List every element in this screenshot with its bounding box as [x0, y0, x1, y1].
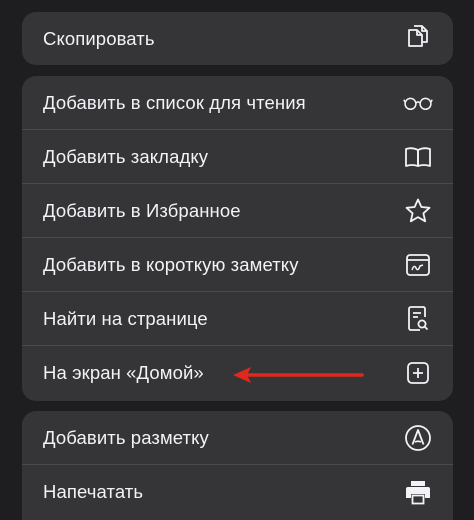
- menu-item-label: Напечатать: [43, 481, 144, 502]
- printer-icon: [403, 477, 433, 507]
- add-square-icon: [403, 358, 433, 388]
- glasses-icon: [403, 88, 433, 118]
- book-icon: [403, 142, 433, 172]
- menu-group-actions: Добавить в список для чтения Добавить за…: [22, 76, 453, 401]
- menu-item-add-quick-note[interactable]: Добавить в короткую заметку: [22, 238, 453, 292]
- quick-note-icon: [403, 250, 433, 280]
- menu-item-label: Добавить в список для чтения: [43, 91, 306, 113]
- menu-item-label: Добавить в Избранное: [43, 199, 241, 221]
- find-on-page-icon: [403, 304, 433, 334]
- menu-group-other: Добавить разметку Напечатать: [22, 411, 453, 520]
- menu-item-label: Найти на странице: [43, 307, 208, 329]
- menu-item-label: Добавить в короткую заметку: [43, 253, 299, 275]
- menu-item-add-favorites[interactable]: Добавить в Избранное: [22, 184, 453, 238]
- menu-item-label: На экран «Домой»: [43, 362, 204, 383]
- menu-item-add-markup[interactable]: Добавить разметку: [22, 411, 453, 465]
- star-icon: [403, 196, 433, 226]
- menu-item-add-bookmark[interactable]: Добавить закладку: [22, 130, 453, 184]
- menu-item-copy[interactable]: Скопировать: [22, 12, 453, 65]
- menu-item-print[interactable]: Напечатать: [22, 465, 453, 519]
- menu-item-find-on-page[interactable]: Найти на странице: [22, 292, 453, 346]
- red-arrow-annotation: [233, 367, 364, 383]
- menu-item-label: Скопировать: [43, 27, 155, 49]
- menu-item-add-reading-list[interactable]: Добавить в список для чтения: [22, 76, 453, 130]
- copy-icon: [403, 24, 433, 54]
- menu-item-label: Добавить закладку: [43, 145, 209, 167]
- markup-pen-icon: [403, 423, 433, 453]
- menu-item-label: Добавить разметку: [43, 426, 209, 448]
- share-menu-screen: Скопировать Добавить в список для чтения: [0, 0, 474, 520]
- menu-group-copy: Скопировать: [22, 12, 453, 65]
